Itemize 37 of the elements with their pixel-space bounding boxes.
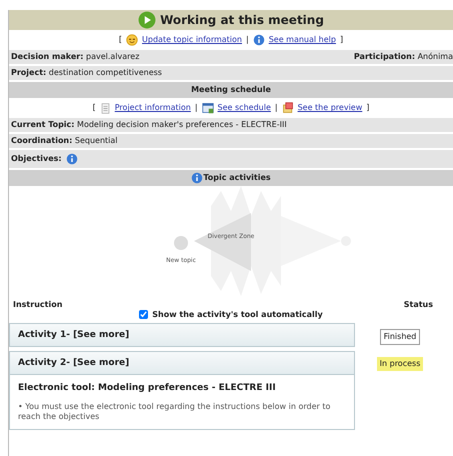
info-icon	[252, 34, 265, 46]
link[interactable]: See manual help	[268, 35, 336, 45]
preview-icon	[282, 102, 294, 114]
info-icon	[191, 172, 204, 184]
smiley-icon	[126, 34, 138, 46]
column-header: Status	[404, 300, 433, 310]
info-icon	[66, 153, 78, 165]
link[interactable]: Project information	[114, 103, 191, 113]
link[interactable]: See schedule	[218, 103, 271, 113]
coordination-field: Coordination: Sequential	[11, 136, 118, 146]
document-icon	[100, 102, 111, 114]
decision-maker-field: Decision maker: pavel.alvarez	[11, 52, 140, 62]
column-header: Instruction	[13, 300, 62, 310]
activity-header[interactable]: Activity 2- [See more]	[9, 351, 355, 376]
schedule-links-separator: |	[274, 103, 278, 113]
link[interactable]: See the preview	[298, 103, 362, 113]
top-links-separator: |	[246, 35, 249, 45]
status-label: Finished	[380, 329, 420, 345]
schedule-links-bracket: ]	[366, 103, 370, 113]
instruction-text: • You must use the electronic tool regarding the instructions below in order to reach the objectives	[18, 402, 332, 422]
page-title: Working at this meeting	[160, 12, 324, 28]
section-title: Topic activities	[203, 173, 271, 183]
section-header: Meeting schedule	[9, 82, 453, 98]
status-label: In process	[376, 357, 424, 371]
tool-title: Electronic tool: Modeling preferences - ELECTRE III	[18, 383, 277, 394]
participation-field: Participation: Anónima	[354, 52, 453, 62]
schedule-links-bracket: [	[92, 103, 96, 113]
schedule-links-separator: |	[194, 103, 198, 113]
calendar-icon	[202, 102, 214, 114]
play-icon	[138, 11, 156, 29]
top-links-bracket: ]	[340, 35, 344, 45]
activity-header[interactable]: Activity 1- [See more]	[9, 323, 355, 348]
objectives-label: Objectives:	[11, 154, 62, 164]
link[interactable]: Update topic information	[142, 35, 242, 45]
top-links-bracket: [	[118, 35, 122, 45]
checkbox-label: Show the activity's tool automatically	[152, 310, 323, 320]
checkbox[interactable]	[139, 310, 148, 319]
